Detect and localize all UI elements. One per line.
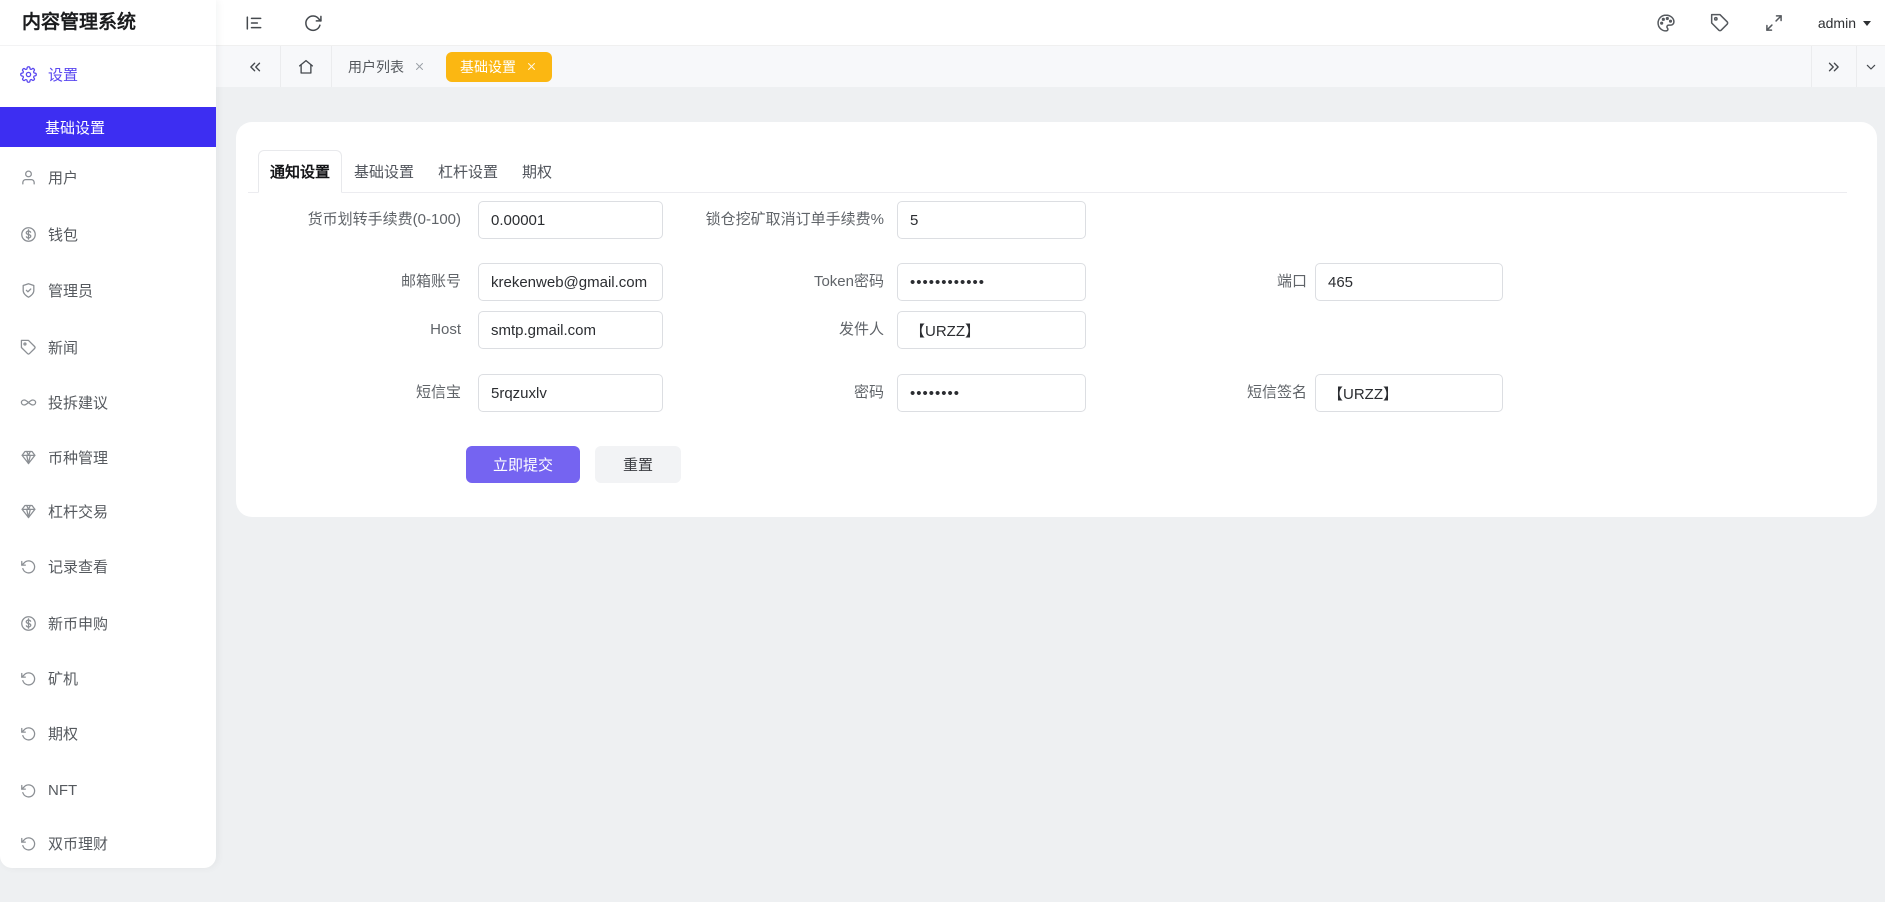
sidebar-item-1[interactable]: 用户 — [0, 157, 216, 197]
home-icon — [297, 58, 315, 76]
page-tab-label: 基础设置 — [460, 57, 516, 77]
expand-tabs-button[interactable] — [1812, 46, 1856, 87]
page-tab-label: 用户列表 — [348, 57, 404, 77]
sidebar-item-label: 双币理财 — [48, 833, 108, 854]
gem-icon — [20, 449, 37, 466]
form-field-input[interactable] — [1315, 263, 1503, 301]
sidebar-item-label: 杠杆交易 — [48, 501, 108, 522]
header-right-cluster: admin — [1656, 0, 1871, 46]
sidebar-item-label: 管理员 — [48, 280, 93, 301]
page-tab[interactable]: 用户列表 — [332, 46, 442, 87]
sidebar-item-9[interactable]: 新币申购 — [0, 603, 216, 643]
settings-tab-0[interactable]: 通知设置 — [258, 150, 342, 193]
user-name: admin — [1818, 15, 1856, 31]
menu-fold-icon[interactable] — [244, 13, 264, 33]
tabbar-right — [1811, 46, 1885, 87]
sidebar-item-4[interactable]: 新闻 — [0, 327, 216, 367]
sidebar-item-label: 用户 — [48, 167, 78, 188]
tabbar-left: 用户列表 基础设置 — [230, 46, 552, 87]
sidebar-item-8[interactable]: 记录查看 — [0, 546, 216, 586]
sidebar-item-label: 记录查看 — [48, 556, 108, 577]
sidebar-item-3[interactable]: 管理员 — [0, 270, 216, 310]
form-field-input[interactable] — [897, 311, 1086, 349]
sidebar-item-6[interactable]: 币种管理 — [0, 437, 216, 477]
sidebar-item-5[interactable]: 投拆建议 — [0, 382, 216, 422]
page-tabbar: 用户列表 基础设置 — [216, 46, 1885, 87]
sidebar-item-2[interactable]: 钱包 — [0, 214, 216, 254]
settings-tab-1[interactable]: 基础设置 — [342, 150, 426, 192]
tab-actions-button[interactable] — [1857, 46, 1885, 87]
collapse-tabs-button[interactable] — [230, 46, 280, 87]
chevrons-left-icon — [246, 58, 264, 76]
sidebar-item-label: NFT — [48, 782, 77, 799]
history-icon — [20, 835, 37, 852]
form-field-label: Token密码 — [484, 263, 884, 301]
caret-down-icon — [1863, 21, 1871, 26]
settings-tab-3[interactable]: 期权 — [510, 150, 564, 192]
form-field-label: 发件人 — [484, 311, 884, 349]
user-menu[interactable]: admin — [1818, 15, 1871, 31]
admin-page: { "app": { "title": "内容管理系统" }, "header"… — [0, 0, 1885, 902]
sidebar-item-label: 设置 — [48, 64, 78, 85]
close-icon[interactable] — [525, 60, 538, 73]
sidebar-item-label: 投拆建议 — [48, 392, 108, 413]
sidebar-item-10[interactable]: 矿机 — [0, 658, 216, 698]
sidebar-subitem-basic-settings[interactable]: 基础设置 — [0, 107, 216, 147]
chevrons-right-icon — [1825, 58, 1843, 76]
open-tabs: 用户列表 基础设置 — [332, 46, 552, 87]
sidebar-item-settings[interactable]: 设置 — [0, 54, 216, 94]
shield-check-icon — [20, 282, 37, 299]
user-icon — [20, 169, 37, 186]
chevron-down-icon — [1863, 59, 1879, 75]
sidebar-item-11[interactable]: 期权 — [0, 713, 216, 753]
sidebar-item-label: 期权 — [48, 723, 78, 744]
tag-icon[interactable] — [1710, 13, 1730, 33]
reset-button[interactable]: 重置 — [595, 446, 681, 483]
sidebar-item-label: 矿机 — [48, 668, 78, 689]
submit-button[interactable]: 立即提交 — [466, 446, 580, 483]
sidebar: 内容管理系统 设置基础设置用户钱包管理员新闻投拆建议币种管理杠杆交易记录查看新币… — [0, 0, 216, 868]
sidebar-item-7[interactable]: 杠杆交易 — [0, 491, 216, 531]
settings-tabs: 通知设置基础设置杠杆设置期权 — [248, 150, 1847, 193]
history-icon — [20, 558, 37, 575]
history-icon — [20, 725, 37, 742]
form-field-label: 锁仓挖矿取消订单手续费% — [484, 201, 884, 239]
gear-icon — [20, 66, 37, 83]
sidebar-item-13[interactable]: 双币理财 — [0, 823, 216, 863]
history-icon — [20, 782, 37, 799]
fullscreen-icon[interactable] — [1764, 13, 1784, 33]
sidebar-subitem-label: 基础设置 — [45, 117, 105, 138]
form-field-input[interactable] — [1315, 374, 1503, 412]
close-icon[interactable] — [413, 60, 426, 73]
gem-icon — [20, 503, 37, 520]
page-tab-active[interactable]: 基础设置 — [446, 52, 552, 82]
sidebar-item-label: 币种管理 — [48, 447, 108, 468]
home-button[interactable] — [281, 46, 331, 87]
form-field-label: 端口 — [907, 263, 1307, 301]
tag-icon — [20, 339, 37, 356]
sidebar-item-label: 新闻 — [48, 337, 78, 358]
dollar-circle-icon — [20, 226, 37, 243]
infinity-icon — [20, 394, 37, 411]
sidebar-item-12[interactable]: NFT — [0, 770, 216, 810]
form-field-input[interactable] — [897, 201, 1086, 239]
palette-icon[interactable] — [1656, 13, 1676, 33]
form-field-label: 短信签名 — [907, 374, 1307, 412]
settings-card: 通知设置基础设置杠杆设置期权 货币划转手续费(0-100)锁仓挖矿取消订单手续费… — [236, 122, 1877, 517]
dollar-circle-icon — [20, 615, 37, 632]
top-header: admin — [0, 0, 1885, 46]
app-title: 内容管理系统 — [0, 0, 216, 46]
history-icon — [20, 670, 37, 687]
sidebar-item-label: 钱包 — [48, 224, 78, 245]
settings-tab-2[interactable]: 杠杆设置 — [426, 150, 510, 192]
refresh-icon[interactable] — [303, 13, 323, 33]
form-field-label: 密码 — [484, 374, 884, 412]
sidebar-item-label: 新币申购 — [48, 613, 108, 634]
